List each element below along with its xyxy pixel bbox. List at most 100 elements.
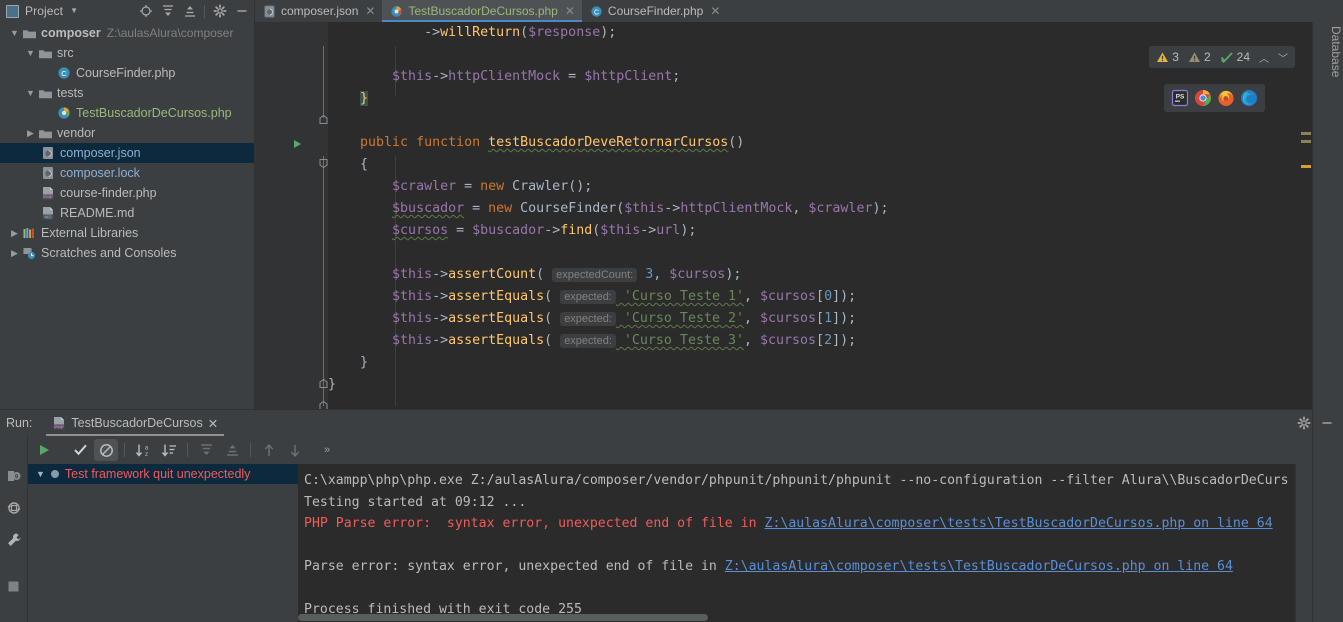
show-ignored-button[interactable]: [94, 439, 118, 461]
editor-tab-coursefinder-php[interactable]: C CourseFinder.php ✕: [582, 0, 727, 22]
configure-icon[interactable]: [6, 532, 22, 553]
tree-item-vendor[interactable]: ▶ vendor: [0, 123, 254, 143]
sort-alphabetically-button[interactable]: az: [131, 439, 155, 461]
editor-tab-testbuscadordecursos-php[interactable]: TestBuscadorDeCursos.php ✕: [382, 0, 583, 22]
show-passed-button[interactable]: [68, 439, 92, 461]
collapse-all-button[interactable]: [220, 439, 244, 461]
locate-icon[interactable]: [135, 1, 156, 21]
marker-warning[interactable]: [1301, 140, 1311, 143]
tree-item-readme-md[interactable]: MD README.md: [0, 203, 254, 223]
phpstorm-preview-icon[interactable]: PS: [1171, 89, 1189, 107]
close-icon[interactable]: ✕: [565, 5, 575, 17]
tree-item-external-libraries[interactable]: ▶ External Libraries: [0, 223, 254, 243]
tree-item-src[interactable]: ▼ src: [0, 43, 254, 63]
chevron-down-icon[interactable]: ▼: [24, 88, 37, 98]
run-console-output[interactable]: C:\xampp\php\php.exe Z:/aulasAlura/compo…: [298, 464, 1295, 622]
close-icon[interactable]: ✕: [365, 5, 375, 17]
next-failed-button[interactable]: [283, 439, 307, 461]
rerun-automatically-icon[interactable]: [6, 500, 22, 521]
warning-count-group[interactable]: 3: [1153, 50, 1182, 64]
folder-icon: [37, 85, 53, 101]
scrollbar-thumb[interactable]: [298, 614, 708, 621]
firefox-icon[interactable]: [1217, 89, 1235, 107]
prev-failed-button[interactable]: [257, 439, 281, 461]
expand-all-button[interactable]: [194, 439, 218, 461]
tree-item-testbuscadordecursos-php[interactable]: TestBuscadorDeCursos.php: [0, 103, 254, 123]
prev-problem-icon[interactable]: ︿: [1256, 50, 1272, 65]
edge-icon[interactable]: [1240, 89, 1258, 107]
console-horizontal-scrollbar[interactable]: [298, 613, 1295, 622]
next-problem-icon[interactable]: ﹀: [1275, 50, 1291, 65]
test-tree-row[interactable]: ▼ Test framework quit unexpectedly: [28, 464, 298, 484]
code-line-53: public function testBuscadorDeveRetornar…: [360, 135, 745, 150]
composer-json-icon: [264, 4, 275, 18]
console-line-error: PHP Parse error: syntax error, unexpecte…: [304, 513, 1295, 535]
browser-preview-bar: PS: [1164, 84, 1265, 112]
chevron-right-icon[interactable]: ▶: [8, 228, 21, 239]
editor-tab-composer-json[interactable]: composer.json ✕: [255, 0, 382, 22]
code-line-59: $this->assertCount( expectedCount: 3, $c…: [392, 267, 742, 282]
hide-icon[interactable]: [231, 1, 252, 21]
test-results-tree[interactable]: ▼ Test framework quit unexpectedly: [28, 464, 298, 622]
console-error-text: PHP Parse error: syntax error, unexpecte…: [304, 516, 765, 531]
chevron-down-icon[interactable]: ▼: [36, 469, 45, 479]
console-file-link[interactable]: Z:\aulasAlura\composer\tests\TestBuscado…: [765, 516, 1273, 531]
checks-count-group[interactable]: 24: [1217, 50, 1253, 64]
console-line: Parse error: syntax error, unexpected en…: [304, 556, 1295, 578]
toolbar-divider: [187, 443, 188, 457]
database-tool-tab[interactable]: Database: [1313, 26, 1343, 77]
run-test-gutter-icon[interactable]: [291, 137, 303, 149]
php-file-icon: PHP: [53, 417, 65, 430]
run-panel-header-actions: [1293, 413, 1343, 433]
warning-count: 3: [1172, 50, 1179, 64]
code-line-63: }: [328, 355, 369, 370]
tree-item-composer-json[interactable]: composer.json: [0, 143, 254, 163]
editor-gutter[interactable]: [255, 22, 328, 409]
php-class-icon: C: [56, 65, 72, 81]
tree-item-coursefinder-php[interactable]: C CourseFinder.php: [0, 63, 254, 83]
toolbar-divider: [250, 443, 251, 457]
tree-item-course-finder-php[interactable]: PHP course-finder.php: [0, 183, 254, 203]
chevron-down-icon[interactable]: ▼: [8, 28, 21, 38]
tree-item-scratches-and-consoles[interactable]: ▶ Scratches and Consoles: [0, 243, 254, 263]
rerun-failed-icon[interactable]: 9: [6, 468, 22, 489]
tree-item-label: composer.lock: [60, 166, 140, 180]
more-button[interactable]: »: [315, 439, 339, 461]
editor-marker-bar[interactable]: [1300, 22, 1312, 409]
code-editor[interactable]: 48 49 50 51 52 53 54 55 56 57 58 59 60 6…: [255, 22, 1343, 409]
weak-warning-triangle-icon: [1188, 52, 1200, 62]
svg-text:PS: PS: [1176, 94, 1185, 101]
sort-by-duration-button[interactable]: [157, 439, 181, 461]
run-config-tab[interactable]: PHP TestBuscadorDeCursos ✕: [46, 410, 225, 436]
tree-item-label: src: [57, 46, 74, 60]
hide-icon[interactable]: [1316, 413, 1337, 433]
weak-warning-count-group[interactable]: 2: [1185, 50, 1214, 64]
expand-all-icon[interactable]: [157, 1, 178, 21]
chevron-right-icon[interactable]: ▶: [8, 248, 21, 259]
code-line-54: {: [328, 157, 369, 172]
collapse-all-icon[interactable]: [179, 1, 200, 21]
stop-icon[interactable]: [6, 579, 21, 599]
chevron-right-icon[interactable]: ▶: [24, 128, 37, 139]
checks-count: 24: [1236, 50, 1250, 64]
folder-icon: [37, 125, 53, 141]
code-text-area[interactable]: ->willReturn($response); $this->httpClie…: [328, 22, 1300, 409]
tree-item-tests[interactable]: ▼ tests: [0, 83, 254, 103]
main-area: ▼ composer Z:\aulasAlura\composer ▼ src …: [0, 22, 1343, 622]
marker-error[interactable]: [1301, 165, 1311, 168]
console-file-link[interactable]: Z:\aulasAlura\composer\tests\TestBuscado…: [725, 559, 1233, 574]
chevron-down-icon[interactable]: ▼: [24, 48, 37, 58]
chrome-icon[interactable]: [1194, 89, 1212, 107]
close-icon[interactable]: ✕: [710, 5, 720, 17]
close-icon[interactable]: ✕: [208, 416, 218, 431]
inspection-widget[interactable]: 3 2 24 ︿ ﹀: [1149, 46, 1295, 68]
tree-item-composer-lock[interactable]: composer.lock: [0, 163, 254, 183]
toolbar-divider: [204, 4, 205, 18]
settings-gear-icon[interactable]: [209, 1, 230, 21]
tree-item-composer[interactable]: ▼ composer Z:\aulasAlura\composer: [0, 23, 254, 43]
run-left-rail: 9 »: [0, 436, 28, 622]
marker-warning[interactable]: [1301, 132, 1311, 135]
settings-gear-icon[interactable]: [1293, 413, 1314, 433]
chevron-down-icon[interactable]: ▼: [70, 7, 78, 15]
rerun-button[interactable]: [32, 439, 56, 461]
